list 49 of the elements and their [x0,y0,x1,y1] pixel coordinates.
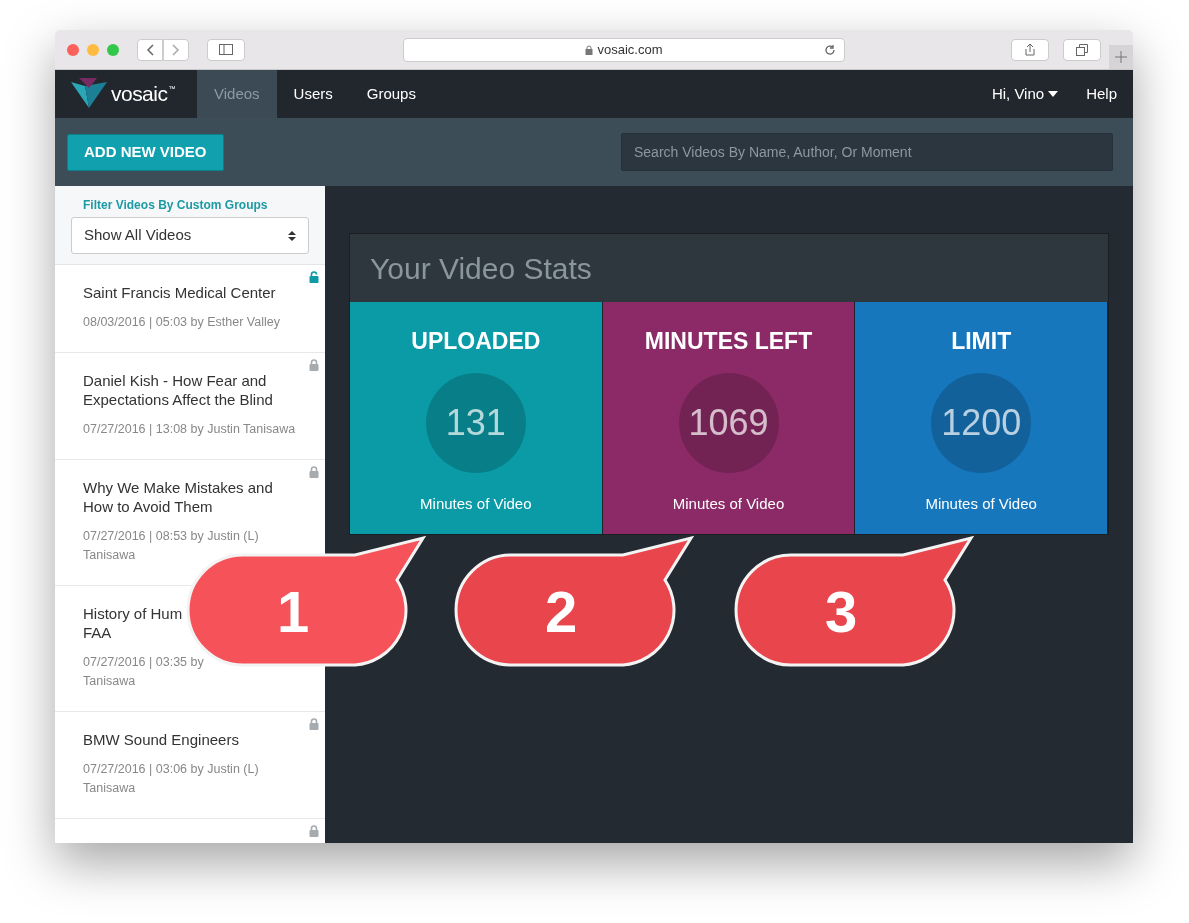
video-meta: 07/27/2016 | 13:08 by Justin Tanisawa [83,421,297,438]
help-link[interactable]: Help [1070,70,1133,118]
address-bar[interactable]: vosaic.com [403,37,845,62]
sidebar-toggle-button[interactable] [207,38,245,61]
forward-icon [172,43,180,56]
stats-title: Your Video Stats [369,250,593,287]
video-title: Why We Make Mistakes and How to Avoid Them [83,478,274,516]
forward-button[interactable] [163,38,189,61]
search-field[interactable]: Search Videos By Name, Author, Or Moment [621,133,1113,171]
stat-caption: Minutes of Video [925,493,1037,514]
share-icon [1025,43,1035,56]
back-icon [146,43,154,56]
tabs-button[interactable] [1063,38,1101,61]
sidebar-icon [219,44,233,55]
callout-number: 3 [825,583,858,641]
stat-caption: Minutes of Video [420,493,532,514]
stat-label: UPLOADED [411,327,541,356]
new-tab-button[interactable] [1109,44,1133,69]
sort-caret-icon [288,229,296,242]
video-title: BMW Sound Engineers [83,730,240,749]
address-text: vosaic.com [597,40,663,59]
stat-label: MINUTES LEFT [644,327,813,356]
caret-icon [1048,91,1059,97]
reload-icon [824,43,836,56]
nav-tab[interactable]: Users [276,70,350,118]
filter-label: Filter Videos By Custom Groups [82,197,269,214]
lock-icon [585,44,594,55]
tabs-icon [1076,43,1088,56]
plus-icon [1115,50,1127,63]
user-menu[interactable]: Hi, Vino [979,70,1071,118]
video-title: Daniel Kish - How Fear and Expectations Affect the Blind [83,371,274,409]
share-button[interactable] [1011,38,1049,61]
stat-label: LIMIT [951,327,1012,356]
logo-icon [71,78,107,110]
callout-number: 2 [545,583,578,641]
video-title: Saint Francis Medical Center [83,283,277,302]
video-title: History of Hum [83,604,184,623]
callout-number: 1 [277,583,310,641]
video-title: FAA [83,623,113,642]
video-meta: 07/27/2016 | 03:35 by [83,654,205,671]
nav-tab[interactable]: Groups [349,70,433,118]
video-meta: 07/27/2016 | 08:53 by Justin (L) Tanisawa [83,528,260,564]
stat-caption: Minutes of Video [672,493,785,514]
logo-wordmark: vosaic [111,81,168,108]
group-filter-select[interactable]: Show All Videos [71,217,309,254]
video-meta: 07/27/2016 | 03:06 by Justin (L) Tanisawa [83,761,260,797]
video-meta: 08/03/2016 | 05:03 by Esther Valley [83,314,281,331]
back-button[interactable] [137,38,163,61]
video-meta: Tanisawa [83,673,137,690]
